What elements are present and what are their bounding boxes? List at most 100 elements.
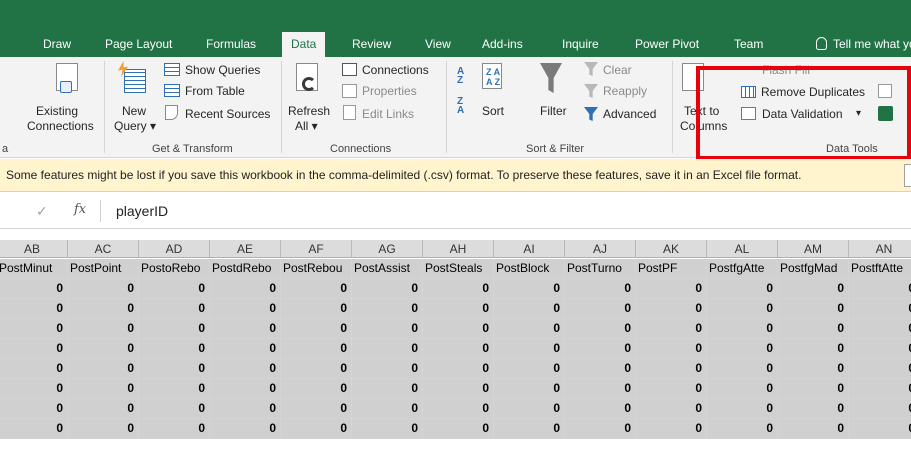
header-cell[interactable]: PostoRebo (139, 259, 210, 279)
formula-input[interactable]: playerID (116, 203, 168, 219)
data-cell[interactable]: 0 (778, 359, 849, 379)
data-cell[interactable]: 0 (68, 399, 139, 419)
data-cell[interactable]: 0 (636, 279, 707, 299)
data-cell[interactable]: 0 (565, 399, 636, 419)
data-cell[interactable]: 0 (139, 339, 210, 359)
data-cell[interactable]: 0 (139, 359, 210, 379)
data-cell[interactable]: 0 (352, 299, 423, 319)
tab-draw[interactable]: Draw (43, 32, 71, 57)
tab-formulas[interactable]: Formulas (206, 32, 256, 57)
header-cell[interactable]: PostftAtte (849, 259, 911, 279)
data-cell[interactable]: 0 (210, 359, 281, 379)
data-cell[interactable]: 0 (778, 319, 849, 339)
data-cell[interactable]: 0 (849, 419, 911, 439)
data-cell[interactable]: 0 (423, 379, 494, 399)
data-cell[interactable]: 0 (0, 399, 68, 419)
data-cell[interactable]: 0 (68, 319, 139, 339)
tab-inquire[interactable]: Inquire (562, 32, 599, 57)
data-cell[interactable]: 0 (281, 339, 352, 359)
data-cell[interactable]: 0 (849, 379, 911, 399)
header-cell[interactable]: PostTurno (565, 259, 636, 279)
tab-add-ins[interactable]: Add-ins (482, 32, 523, 57)
data-cell[interactable]: 0 (352, 339, 423, 359)
data-cell[interactable]: 0 (423, 359, 494, 379)
data-cell[interactable]: 0 (210, 419, 281, 439)
sort-za-icon[interactable]: ZA (457, 97, 464, 116)
tab-data[interactable]: Data (282, 32, 326, 57)
header-cell[interactable]: PostfgMad (778, 259, 849, 279)
data-cell[interactable]: 0 (423, 319, 494, 339)
tab-view[interactable]: View (425, 32, 451, 57)
tell-me-search[interactable]: Tell me what yo (816, 32, 911, 57)
column-header[interactable]: AE (210, 240, 281, 258)
data-cell[interactable]: 0 (707, 359, 778, 379)
data-cell[interactable]: 0 (636, 379, 707, 399)
data-cell[interactable]: 0 (707, 419, 778, 439)
data-cell[interactable]: 0 (281, 399, 352, 419)
data-cell[interactable]: 0 (636, 399, 707, 419)
data-cell[interactable]: 0 (565, 299, 636, 319)
data-cell[interactable]: 0 (707, 319, 778, 339)
header-cell[interactable]: PostAssist (352, 259, 423, 279)
data-cell[interactable]: 0 (778, 419, 849, 439)
data-cell[interactable]: 0 (494, 399, 565, 419)
header-cell[interactable]: PostPF (636, 259, 707, 279)
enter-check-icon[interactable]: ✓ (36, 203, 48, 220)
insert-function-icon[interactable]: fx (74, 202, 86, 217)
data-cell[interactable]: 0 (210, 319, 281, 339)
column-header[interactable]: AG (352, 240, 423, 258)
data-cell[interactable]: 0 (494, 299, 565, 319)
data-cell[interactable]: 0 (849, 299, 911, 319)
data-cell[interactable]: 0 (0, 379, 68, 399)
tab-power-pivot[interactable]: Power Pivot (635, 32, 699, 57)
data-cell[interactable]: 0 (352, 419, 423, 439)
data-cell[interactable]: 0 (0, 319, 68, 339)
data-cell[interactable]: 0 (281, 359, 352, 379)
data-cell[interactable]: 0 (352, 359, 423, 379)
data-cell[interactable]: 0 (494, 379, 565, 399)
data-cell[interactable]: 0 (707, 299, 778, 319)
data-cell[interactable]: 0 (281, 279, 352, 299)
header-cell[interactable]: PostRebou (281, 259, 352, 279)
data-cell[interactable]: 0 (636, 419, 707, 439)
data-cell[interactable]: 0 (281, 299, 352, 319)
data-cell[interactable]: 0 (636, 359, 707, 379)
data-cell[interactable]: 0 (636, 299, 707, 319)
data-cell[interactable]: 0 (139, 379, 210, 399)
data-cell[interactable]: 0 (707, 379, 778, 399)
data-cell[interactable]: 0 (849, 339, 911, 359)
data-cell[interactable]: 0 (210, 399, 281, 419)
data-cell[interactable]: 0 (139, 319, 210, 339)
data-cell[interactable]: 0 (281, 319, 352, 339)
data-cell[interactable]: 0 (139, 299, 210, 319)
data-cell[interactable]: 0 (565, 279, 636, 299)
data-cell[interactable]: 0 (68, 299, 139, 319)
data-cell[interactable]: 0 (423, 299, 494, 319)
data-cell[interactable]: 0 (778, 279, 849, 299)
data-cell[interactable]: 0 (210, 379, 281, 399)
header-cell[interactable]: PostBlock (494, 259, 565, 279)
data-cell[interactable]: 0 (565, 339, 636, 359)
data-cell[interactable]: 0 (849, 279, 911, 299)
column-header[interactable]: AH (423, 240, 494, 258)
data-cell[interactable]: 0 (68, 419, 139, 439)
data-cell[interactable]: 0 (778, 399, 849, 419)
data-cell[interactable]: 0 (352, 319, 423, 339)
data-cell[interactable]: 0 (849, 319, 911, 339)
data-cell[interactable]: 0 (494, 419, 565, 439)
header-cell[interactable]: PostMinut (0, 259, 68, 279)
data-cell[interactable]: 0 (707, 339, 778, 359)
data-cell[interactable]: 0 (707, 399, 778, 419)
data-cell[interactable]: 0 (494, 359, 565, 379)
data-cell[interactable]: 0 (0, 299, 68, 319)
header-cell[interactable]: PostSteals (423, 259, 494, 279)
data-cell[interactable]: 0 (0, 339, 68, 359)
message-bar-button[interactable] (904, 164, 911, 187)
header-cell[interactable]: PostPoint (68, 259, 139, 279)
data-cell[interactable]: 0 (636, 319, 707, 339)
sort-az-icon[interactable]: AZ (457, 67, 464, 86)
data-cell[interactable]: 0 (68, 379, 139, 399)
data-cell[interactable]: 0 (210, 279, 281, 299)
data-cell[interactable]: 0 (352, 379, 423, 399)
column-header[interactable]: AC (68, 240, 139, 258)
